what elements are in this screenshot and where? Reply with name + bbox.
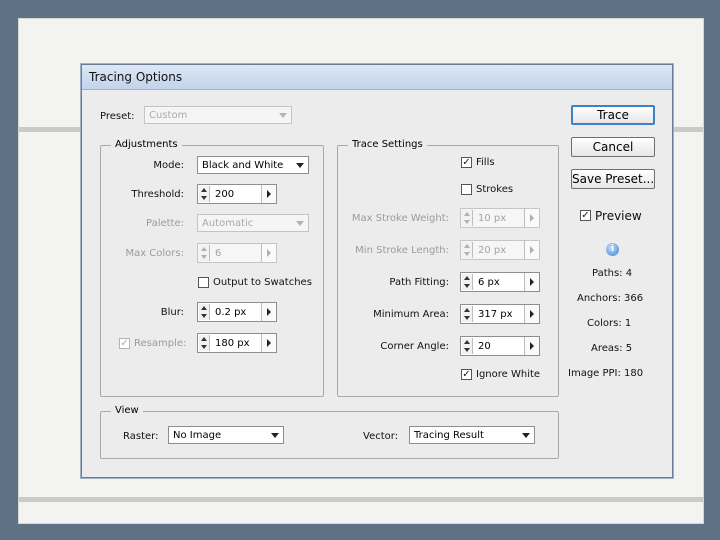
info-icon: i [606,243,619,256]
stepper-arrows-icon[interactable] [199,335,210,351]
resample-label: Resample: [134,338,187,349]
palette-label: Palette: [145,218,184,229]
slider-flyout-icon[interactable] [524,209,539,227]
chevron-down-icon [292,215,308,231]
slider-flyout-icon[interactable] [261,303,276,321]
strokes-label: Strokes [476,184,514,195]
minimum-area-label: Minimum Area: [373,309,449,320]
stepper-arrows-icon[interactable] [462,306,473,322]
trace-settings-group: Trace Settings [337,139,559,397]
slide-rule-bottom [19,497,703,502]
slider-flyout-icon[interactable] [261,334,276,352]
stepper-arrows-icon[interactable] [462,242,473,258]
path-fitting-stepper[interactable]: 6 px [460,272,540,292]
blur-value: 0.2 px [215,307,247,318]
threshold-stepper[interactable]: 200 [197,184,277,204]
corner-angle-label: Corner Angle: [380,341,449,352]
slider-flyout-icon[interactable] [524,273,539,291]
tracing-options-dialog: Tracing Options Preset: Custom Adjustmen… [81,64,673,478]
stepper-arrows-icon[interactable] [462,210,473,226]
resample-stepper[interactable]: 180 px [197,333,277,353]
output-to-swatches-checkbox[interactable] [198,277,209,288]
max-colors-stepper[interactable]: 6 [197,243,277,263]
ignore-white-checkbox[interactable]: ✓ [461,369,472,380]
chevron-down-icon [275,107,291,123]
fills-checkbox[interactable]: ✓ [461,157,472,168]
max-colors-label: Max Colors: [125,248,184,259]
slider-flyout-icon[interactable] [524,305,539,323]
adjustments-group: Adjustments [100,139,324,397]
preset-dropdown[interactable]: Custom [144,106,292,124]
max-stroke-weight-stepper[interactable]: 10 px [460,208,540,228]
min-stroke-length-stepper[interactable]: 20 px [460,240,540,260]
save-preset-button[interactable]: Save Preset... [571,169,655,189]
max-colors-value: 6 [215,248,222,259]
dialog-titlebar: Tracing Options [82,65,672,90]
blur-stepper[interactable]: 0.2 px [197,302,277,322]
minimum-area-stepper[interactable]: 317 px [460,304,540,324]
slider-flyout-icon[interactable] [261,244,276,262]
stat-areas: Areas: 5 [591,343,633,354]
stepper-arrows-icon[interactable] [462,338,473,354]
raster-label: Raster: [123,431,159,442]
resample-checkbox[interactable]: ✓ [119,338,130,349]
chevron-down-icon [267,427,283,443]
mode-value: Black and White [202,160,284,171]
slider-flyout-icon[interactable] [524,337,539,355]
cancel-button[interactable]: Cancel [571,137,655,157]
dialog-title: Tracing Options [89,70,183,84]
stepper-arrows-icon[interactable] [199,304,210,320]
preview-checkbox[interactable]: ✓ [580,210,591,221]
chevron-down-icon [292,157,308,173]
mode-label: Mode: [153,160,184,171]
chevron-down-icon [518,427,534,443]
path-fitting-value: 6 px [478,277,500,288]
ignore-white-label: Ignore White [476,369,541,380]
min-stroke-length-value: 20 px [478,245,507,256]
stat-colors: Colors: 1 [587,318,632,329]
min-stroke-length-label: Min Stroke Length: [355,245,449,256]
stat-paths: Paths: 4 [592,268,633,279]
minimum-area-value: 317 px [478,309,513,320]
threshold-value: 200 [215,189,235,200]
trace-settings-legend: Trace Settings [348,139,427,150]
blur-label: Blur: [160,307,184,318]
preview-label: Preview [595,209,642,223]
palette-dropdown[interactable]: Automatic [197,214,309,232]
preset-label: Preset: [100,111,135,122]
strokes-checkbox[interactable] [461,184,472,195]
slider-flyout-icon[interactable] [261,185,276,203]
resample-value: 180 px [215,338,250,349]
fills-label: Fills [476,157,495,168]
max-stroke-weight-label: Max Stroke Weight: [351,213,449,224]
stat-anchors: Anchors: 366 [577,293,644,304]
stepper-arrows-icon[interactable] [199,245,210,261]
stepper-arrows-icon[interactable] [462,274,473,290]
threshold-label: Threshold: [131,189,184,200]
vector-dropdown[interactable]: Tracing Result [409,426,535,444]
max-stroke-weight-value: 10 px [478,213,507,224]
output-to-swatches-label: Output to Swatches [213,277,312,288]
stat-image-ppi: Image PPI: 180 [568,368,644,379]
view-legend: View [111,405,143,416]
slider-flyout-icon[interactable] [524,241,539,259]
corner-angle-value: 20 [478,341,491,352]
stepper-arrows-icon[interactable] [199,186,210,202]
raster-value: No Image [173,430,222,441]
vector-value: Tracing Result [414,430,484,441]
raster-dropdown[interactable]: No Image [168,426,284,444]
preset-value: Custom [149,110,188,121]
vector-label: Vector: [363,431,399,442]
trace-button[interactable]: Trace [571,105,655,125]
mode-dropdown[interactable]: Black and White [197,156,309,174]
path-fitting-label: Path Fitting: [389,277,449,288]
palette-value: Automatic [202,218,254,229]
adjustments-legend: Adjustments [111,139,182,150]
corner-angle-stepper[interactable]: 20 [460,336,540,356]
